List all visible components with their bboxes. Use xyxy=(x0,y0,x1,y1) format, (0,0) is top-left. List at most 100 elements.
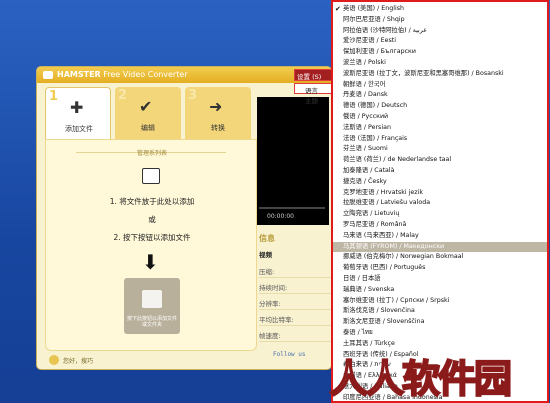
image-icon xyxy=(142,168,160,184)
tab-add-files[interactable]: 1 ✚ 添加文件 xyxy=(45,87,111,139)
theme-menu-item[interactable]: 主题 xyxy=(305,95,318,105)
language-label: 马来语 (马来西亚) / Malay xyxy=(343,231,419,239)
step-number: 2 xyxy=(118,88,128,103)
language-option[interactable]: 德语 (德国) / Deutsch xyxy=(333,101,547,112)
language-option[interactable]: 挪威语 (伯克梅尔) / Norwegian Bokmaal xyxy=(333,252,547,263)
language-option[interactable]: 瑞典语 / Svenska xyxy=(333,285,547,296)
language-option[interactable]: 罗马尼亚语 / Română xyxy=(333,220,547,231)
language-label: 俄语 / Русский xyxy=(343,113,389,120)
app-window: HAMSTER Free Video Converter 1 ✚ 添加文件 2 … xyxy=(36,66,332,370)
language-label: 爱沙尼亚语 / Eesti xyxy=(343,37,396,45)
language-label: 葡萄牙语 (巴西) / Português xyxy=(343,264,426,272)
video-preview: 00:00:00 xyxy=(257,97,329,225)
language-label: 法语 (法国) / Français xyxy=(343,134,408,142)
language-label: 波兰语 / Polski xyxy=(343,59,386,66)
info-section-video: 视频 xyxy=(259,251,272,259)
language-option[interactable]: 斯洛伐克语 / Slovenčina xyxy=(333,306,547,317)
watermark-text: 人人软件园 xyxy=(329,356,513,402)
language-label: 塞尔维亚语 (拉丁) / Српски / Srpski xyxy=(343,296,450,304)
info-title: 信息 xyxy=(259,234,275,243)
plus-icon: ✚ xyxy=(70,98,84,117)
check-icon: ✔ xyxy=(139,97,153,116)
language-label: 法斯语 / Persian xyxy=(343,123,391,131)
language-label: 阿拉伯语 (沙特阿拉伯) / عربية xyxy=(343,26,427,34)
language-option[interactable]: ✔ 英语 (美国) / English xyxy=(333,4,547,15)
footer-text: 您好，搜巧 xyxy=(63,358,94,365)
language-label: 英语 (美国) / English xyxy=(343,5,404,12)
app-logo-icon xyxy=(43,71,53,79)
language-label: 阿尔巴尼亚语 / Shqip xyxy=(343,15,405,23)
app-brand: HAMSTER xyxy=(57,70,101,79)
language-option[interactable]: 法斯语 / Persian xyxy=(333,123,547,134)
language-option[interactable]: 捷克语 / Česky xyxy=(333,177,547,188)
language-option[interactable]: 马其顿语 (FYROM) / Македонски xyxy=(333,241,547,253)
language-option[interactable]: 法语 (法国) / Français xyxy=(333,134,547,145)
settings-menu-button[interactable]: 设置 (S) xyxy=(294,69,331,81)
tab-edit[interactable]: 2 ✔ 编辑 xyxy=(115,87,181,139)
info-row: 帧速度: xyxy=(259,327,331,342)
step-number: 1 xyxy=(49,89,59,104)
watermark: 人人软件园 xyxy=(329,330,540,402)
arrow-icon: ➜ xyxy=(209,97,223,116)
language-option[interactable]: 阿尔巴尼亚语 / Shqip xyxy=(333,15,547,26)
image-icon xyxy=(142,290,162,308)
app-title: HAMSTER Free Video Converter xyxy=(57,70,188,79)
add-files-button-label: 按下此按钮以添加文件或文件夹 xyxy=(126,316,177,328)
language-option[interactable]: 马来语 (马来西亚) / Malay xyxy=(333,231,547,242)
language-label: 荷兰语 (荷兰) / de Nederlandse taal xyxy=(343,156,452,164)
step-label: 转换 xyxy=(211,124,225,132)
step-number: 3 xyxy=(188,88,198,103)
app-footer: 您好，搜巧 xyxy=(45,355,257,367)
step-label: 添加文件 xyxy=(65,125,93,133)
info-row: 持续时间: xyxy=(259,279,331,294)
follow-us-link[interactable]: Follow us xyxy=(273,351,306,358)
language-option[interactable]: 波兰语 / Polski xyxy=(333,58,547,69)
add-files-button[interactable]: 按下此按钮以添加文件或文件夹 xyxy=(124,278,180,334)
seek-bar[interactable] xyxy=(259,207,325,209)
language-option[interactable]: 俄语 / Русский xyxy=(333,112,547,123)
language-label: 德语 (德国) / Deutsch xyxy=(343,102,408,110)
arrow-down-icon: ⬇ xyxy=(142,250,159,274)
language-label: 挪威语 (伯克梅尔) / Norwegian Bokmaal xyxy=(343,253,464,261)
language-label: 加泰隆语 / Català xyxy=(343,167,395,174)
language-option[interactable]: 波斯尼亚语 (拉丁文，波斯尼亚和黑塞哥维那) / Bosanski xyxy=(333,69,547,80)
language-option[interactable]: 立陶宛语 / Lietuvių xyxy=(333,209,547,220)
language-label: 拉脱维亚语 / Latviešu valoda xyxy=(343,199,431,207)
language-option[interactable]: 拉脱维亚语 / Latviešu valoda xyxy=(333,198,547,209)
step-tabs: 1 ✚ 添加文件 2 ✔ 编辑 3 ➜ 转换 xyxy=(45,87,257,139)
language-label: 立陶宛语 / Lietuvių xyxy=(343,210,400,218)
language-label: 捷克语 / Česky xyxy=(343,177,387,185)
tab-convert[interactable]: 3 ➜ 转换 xyxy=(185,87,251,139)
language-option[interactable]: 克罗地亚语 / Hrvatski jezik xyxy=(333,188,547,199)
language-label: 保加利亚语 / Български xyxy=(343,48,416,56)
language-option[interactable]: 丹麦语 / Dansk xyxy=(333,90,547,101)
language-option[interactable]: 加泰隆语 / Català xyxy=(333,166,547,177)
check-icon: ✔ xyxy=(335,5,341,13)
preview-time: 00:00:00 xyxy=(267,213,294,220)
language-label: 斯洛伐克语 / Slovenčina xyxy=(343,307,415,315)
language-menu-item[interactable]: 语言 xyxy=(294,83,331,95)
app-title-rest: Free Video Converter xyxy=(103,70,188,79)
language-label: 波斯尼亚语 (拉丁文，波斯尼亚和黑塞哥维那) / Bosanski xyxy=(343,69,504,77)
language-option[interactable]: 朝鲜语 / 한국어 xyxy=(333,80,547,91)
info-row: 分辨率: xyxy=(259,295,331,310)
language-option[interactable]: 荷兰语 (荷兰) / de Nederlandse taal xyxy=(333,155,547,166)
language-option[interactable]: 爱沙尼亚语 / Eesti xyxy=(333,36,547,47)
language-label: 罗马尼亚语 / Română xyxy=(343,221,407,228)
language-option[interactable]: 斯洛文尼亚语 / Slovenščina xyxy=(333,317,547,328)
drop-zone[interactable]: 管理系列表 1. 将文件放于此处以添加 或 2. 按下按钮以添加文件 ⬇ 按下此… xyxy=(45,139,257,351)
language-label: 芬兰语 / Suomi xyxy=(343,145,388,153)
panel-title: 管理系列表 xyxy=(136,150,167,157)
language-option[interactable]: 塞尔维亚语 (拉丁) / Српски / Srpski xyxy=(333,296,547,307)
info-icon xyxy=(49,355,59,365)
language-option[interactable]: 芬兰语 / Suomi xyxy=(333,144,547,155)
app-title-bar: HAMSTER Free Video Converter xyxy=(37,67,331,83)
info-row: 平均比特率: xyxy=(259,311,331,326)
language-option[interactable]: 日语 / 日本語 xyxy=(333,274,547,285)
language-option[interactable]: 保加利亚语 / Български xyxy=(333,47,547,58)
language-label: 丹麦语 / Dansk xyxy=(343,91,388,99)
language-label: 克罗地亚语 / Hrvatski jezik xyxy=(343,188,423,196)
language-option[interactable]: 葡萄牙语 (巴西) / Português xyxy=(333,263,547,274)
language-label: 朝鲜语 / 한국어 xyxy=(343,80,386,88)
language-option[interactable]: 阿拉伯语 (沙特阿拉伯) / عربية xyxy=(333,26,547,37)
